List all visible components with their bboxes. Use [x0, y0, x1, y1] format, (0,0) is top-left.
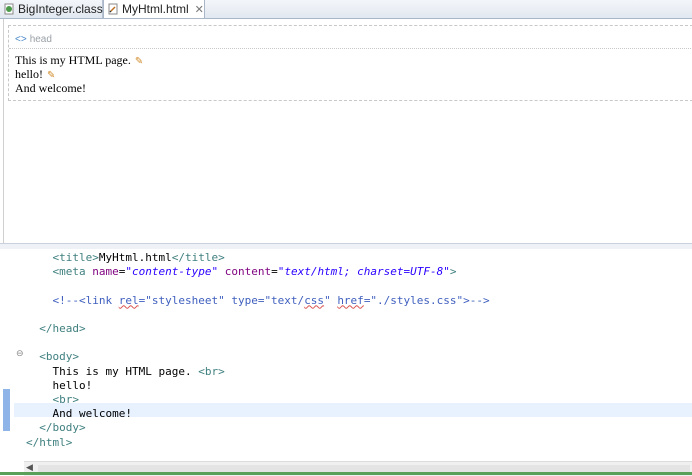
pencil-icon: ✎	[47, 70, 56, 81]
head-separator	[9, 48, 692, 49]
pencil-icon: ✎	[134, 56, 144, 67]
fold-collapse-icon[interactable]: ⊖	[16, 349, 24, 359]
code-token: <br>	[198, 364, 225, 378]
code-line[interactable]: hello!	[26, 378, 93, 393]
code-token: This is my HTML page.	[52, 364, 199, 378]
code-tag-icon: <>	[15, 34, 27, 45]
code-token: </head>	[39, 322, 86, 335]
code-token: <body>	[39, 350, 79, 364]
tab-myhtml-html[interactable]: MyHtml.html ✕	[103, 0, 205, 18]
code-token: </body>	[39, 421, 86, 435]
code-token: <title>	[52, 251, 99, 264]
code-token: </title>	[171, 251, 225, 264]
design-preview-pane[interactable]: <> head This is my HTML page. ✎ hello! ✎ An…	[3, 19, 692, 243]
code-token: rel	[118, 293, 139, 307]
head-section-box: <> head This is my HTML page. ✎ hello! ✎ An…	[8, 25, 692, 101]
tab-biginteger-class[interactable]: BigInteger.class	[0, 0, 103, 18]
code-line[interactable]: <!--<link rel="stylesheet" type="text/cs…	[26, 294, 490, 308]
code-token: css	[304, 293, 325, 307]
code-token: "text/html; charset=UTF-8"	[277, 265, 450, 279]
source-editor-pane[interactable]: ⊖ <title>MyHtml.html</title> <meta name =…	[0, 249, 692, 461]
html-file-icon	[108, 3, 118, 15]
code-token: <meta	[52, 265, 93, 279]
code-token: And welcome!	[52, 407, 132, 421]
head-element-label: <> head	[15, 34, 52, 45]
close-icon[interactable]: ✕	[195, 4, 204, 16]
class-file-icon	[4, 3, 14, 15]
code-token: content	[224, 265, 272, 279]
code-token: "	[324, 293, 338, 307]
editor-gutter	[0, 249, 14, 461]
code-token: ="stylesheet" type="text/	[138, 293, 305, 307]
code-token: name	[92, 265, 119, 279]
code-token: <!--<link	[52, 293, 119, 307]
preview-line: This is my HTML page. ✎	[15, 53, 144, 67]
code-line[interactable]: <title>MyHtml.html</title>	[26, 251, 225, 265]
code-token: hello!	[52, 378, 93, 392]
tab-label: BigInteger.class	[18, 2, 103, 16]
code-token: </html>	[26, 435, 73, 449]
code-line[interactable]: <meta name="content-type" content="text/…	[26, 265, 457, 279]
code-line[interactable]: </html>	[26, 436, 72, 450]
code-token: =	[271, 265, 278, 279]
code-token: MyHtml.html	[98, 251, 172, 264]
change-marker	[3, 389, 10, 431]
code-token: ="./styles.css">-->	[363, 293, 490, 307]
code-token: >	[449, 265, 457, 279]
code-line[interactable]: And welcome!	[26, 407, 132, 421]
code-token: <br>	[52, 393, 80, 406]
code-line[interactable]: This is my HTML page. <br>	[26, 365, 225, 379]
code-token: href	[337, 293, 364, 307]
code-token: "content-type"	[125, 265, 219, 279]
code-line[interactable]: </head>	[26, 322, 86, 336]
code-line[interactable]: <body>	[26, 350, 79, 364]
code-line[interactable]: </body>	[26, 421, 86, 435]
editor-tab-bar: BigInteger.class MyHtml.html ✕	[0, 0, 692, 19]
tab-label: MyHtml.html	[122, 2, 189, 16]
code-line[interactable]: <br>	[26, 393, 80, 407]
preview-line: And welcome!	[15, 81, 86, 95]
preview-line: hello! ✎	[15, 67, 56, 81]
